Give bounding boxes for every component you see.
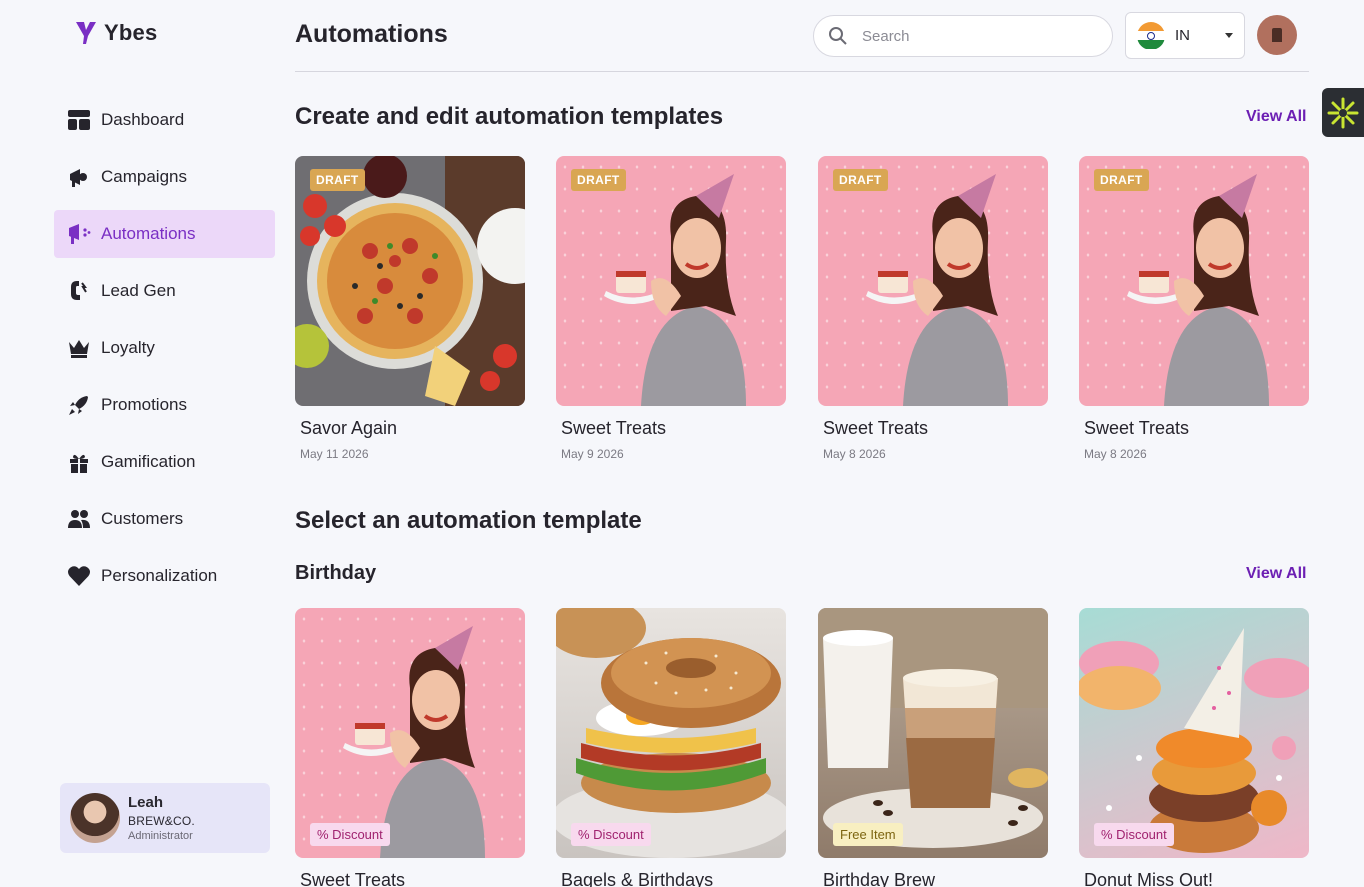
india-flag-icon	[1137, 21, 1165, 50]
profile-company: BREW&CO.	[128, 814, 195, 828]
birthday-woman-image: DRAFT	[556, 156, 786, 406]
dashboard-icon	[66, 107, 92, 133]
profile-role: Administrator	[128, 830, 193, 842]
coffee-image: Free Item	[818, 608, 1048, 858]
sidebar-item-promotions[interactable]: Promotions	[54, 381, 275, 429]
view-all-templates-link[interactable]: View All	[1246, 108, 1306, 126]
search-bar[interactable]	[813, 15, 1113, 57]
sidebar-item-campaigns[interactable]: Campaigns	[54, 153, 275, 201]
app-name: Ybes	[104, 20, 158, 45]
birthday-woman-image: DRAFT	[818, 156, 1048, 406]
card-title: Sweet Treats	[300, 870, 406, 887]
sidebar-item-label: Gamification	[101, 452, 196, 471]
card-date: May 8 2026	[1084, 447, 1147, 461]
category-title: Birthday	[295, 562, 377, 584]
floating-widget-button[interactable]	[1322, 88, 1364, 137]
template-card[interactable]: DRAFT Sweet Treats May 8 2026	[818, 156, 1048, 461]
search-icon	[829, 27, 847, 45]
sidebar-item-loyalty[interactable]: Loyalty	[54, 324, 275, 372]
sidebar-item-label: Customers	[101, 509, 184, 528]
megaphone-icon	[66, 164, 92, 190]
crown-icon	[66, 335, 92, 361]
search-input[interactable]	[862, 27, 1082, 45]
sidebar-item-automations[interactable]: Automations	[54, 210, 275, 258]
logo-icon	[76, 22, 96, 44]
rocket-icon	[66, 392, 92, 418]
pizza-image: DRAFT	[295, 156, 525, 406]
account-avatar[interactable]	[1257, 15, 1297, 55]
card-title: Savor Again	[300, 418, 398, 438]
card-title: Sweet Treats	[1084, 418, 1190, 438]
sparkle-icon	[1327, 97, 1359, 128]
card-title: Sweet Treats	[561, 418, 667, 438]
profile-name: Leah	[128, 794, 164, 811]
donuts-image: % Discount	[1079, 608, 1309, 858]
card-date: May 9 2026	[561, 447, 624, 461]
card-title: Donut Miss Out!	[1084, 870, 1214, 887]
sidebar-item-label: Automations	[101, 224, 196, 243]
magnet-icon	[66, 278, 92, 304]
draft-badge: DRAFT	[571, 169, 626, 191]
birthday-template-card[interactable]: % Discount Donut Miss Out!	[1079, 608, 1309, 887]
sidebar-item-personalization[interactable]: Personalization	[54, 552, 275, 600]
birthday-template-card[interactable]: % Discount Sweet Treats	[295, 608, 525, 887]
sidebar-item-lead-gen[interactable]: Lead Gen	[54, 267, 275, 315]
automation-icon	[66, 221, 92, 247]
users-icon	[66, 506, 92, 532]
view-all-birthday-link[interactable]: View All	[1246, 565, 1306, 583]
app-logo[interactable]: Ybes	[74, 20, 157, 46]
sidebar-item-label: Lead Gen	[101, 281, 176, 300]
country-code: IN	[1175, 27, 1190, 44]
template-card[interactable]: DRAFT Sweet Treats May 8 2026	[1079, 156, 1309, 461]
sidebar-item-label: Personalization	[101, 566, 218, 585]
card-title: Sweet Treats	[823, 418, 929, 438]
header-divider	[295, 71, 1309, 72]
sidebar-item-customers[interactable]: Customers	[54, 495, 275, 543]
birthday-template-card[interactable]: % Discount Bagels & Birthdays	[556, 608, 786, 887]
template-card[interactable]: DRAFT Sweet Treats May 9 2026	[556, 156, 786, 461]
sidebar-item-label: Loyalty	[101, 338, 155, 357]
sidebar: Ybes Dashboard Campaigns Automations Lea…	[0, 0, 290, 887]
card-title: Bagels & Birthdays	[561, 870, 714, 887]
sidebar-item-label: Campaigns	[101, 167, 187, 186]
draft-badge: DRAFT	[310, 169, 365, 191]
chevron-down-icon	[1225, 33, 1233, 38]
country-selector[interactable]: IN	[1125, 12, 1245, 59]
birthday-woman-image: % Discount	[295, 608, 525, 858]
sidebar-item-label: Dashboard	[101, 110, 185, 129]
draft-badge: DRAFT	[833, 169, 888, 191]
sidebar-nav: Dashboard Campaigns Automations Lead Gen…	[54, 96, 275, 609]
select-section-title: Select an automation template	[295, 507, 642, 534]
bagel-image: % Discount	[556, 608, 786, 858]
card-date: May 11 2026	[300, 447, 369, 461]
template-card[interactable]: DRAFT Savor Again May 11 2026	[295, 156, 525, 461]
card-title: Birthday Brew	[823, 870, 936, 887]
heart-icon	[66, 563, 92, 589]
discount-tag: % Discount	[1094, 823, 1174, 846]
page-title: Automations	[295, 20, 448, 48]
user-profile-card[interactable]: Leah BREW&CO. Administrator	[60, 783, 270, 853]
templates-section-title: Create and edit automation templates	[295, 103, 724, 130]
birthday-template-card[interactable]: Free Item Birthday Brew	[818, 608, 1048, 887]
discount-tag: % Discount	[310, 823, 390, 846]
gift-icon	[66, 449, 92, 475]
free-item-tag: Free Item	[833, 823, 903, 846]
sidebar-item-dashboard[interactable]: Dashboard	[54, 96, 275, 144]
avatar	[70, 793, 120, 843]
draft-badge: DRAFT	[1094, 169, 1149, 191]
birthday-woman-image: DRAFT	[1079, 156, 1309, 406]
card-date: May 8 2026	[823, 447, 886, 461]
sidebar-item-label: Promotions	[101, 395, 187, 414]
discount-tag: % Discount	[571, 823, 651, 846]
sidebar-item-gamification[interactable]: Gamification	[54, 438, 275, 486]
